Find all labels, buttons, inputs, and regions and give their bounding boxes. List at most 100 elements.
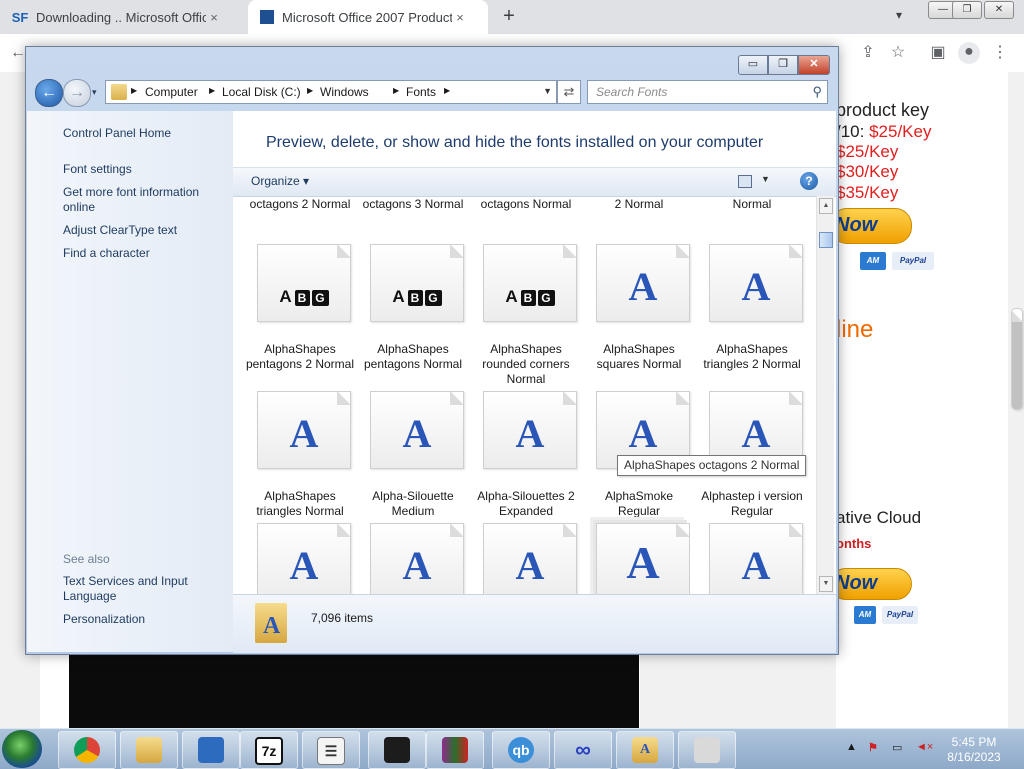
taskbar-program[interactable] [678,731,736,769]
price-line: $25/Key [836,142,899,161]
network-icon[interactable]: ▭ [892,741,902,754]
back-button[interactable]: ← [35,79,63,107]
control-panel-home-link[interactable]: Control Panel Home [63,126,223,141]
fonts-explorer-window: ▭ ❐ ✕ ← → ▾ ▶ Computer ▶ Local Disk (C:)… [25,46,839,655]
font-label: AlphaShapes triangles Normal [256,489,344,518]
text-services-link[interactable]: Text Services and Input Language [63,574,223,604]
adjust-cleartype-link[interactable]: Adjust ClearType text [63,223,223,238]
search-box[interactable]: Search Fonts ⚲ [587,80,828,104]
taskbar-qbittorrent[interactable]: qb [492,731,550,769]
price-line: $30/Key [836,162,899,181]
amex-icon: AM [854,606,876,624]
address-dropdown-icon[interactable]: ▼ [543,86,552,96]
font-glyph-a-icon: A [289,543,319,588]
winrar-icon [442,737,468,763]
recent-pages-chevron-icon[interactable]: ▾ [92,87,97,98]
notepad-icon: ☰ [317,737,345,765]
price-line: $35/Key [836,183,899,202]
font-glyph-a-icon: A [515,543,545,588]
buy-now-button[interactable]: Now [830,208,912,244]
taskbar-7zip[interactable]: 7z [240,731,298,769]
window-maximize-button[interactable]: ❐ [768,55,798,75]
restore-button[interactable]: ❐ [952,1,982,19]
organize-menu-button[interactable]: Organize ▾ [251,174,309,188]
taskbar: 7z ☰ qb ∞ A ▲ ⚑ ▭ ◄× 5:45 PM 8/16/2023 [0,728,1024,769]
personalization-link[interactable]: Personalization [63,612,223,627]
breadcrumb-windows[interactable]: Windows [320,85,369,99]
refresh-button[interactable]: ⇄ [557,80,581,104]
font-preview-thumbnail: A [596,244,690,322]
taskbar-remote-desktop[interactable] [182,731,240,769]
breadcrumb-arrow-icon[interactable]: ▶ [307,86,313,95]
breadcrumb-fonts[interactable]: Fonts [406,85,436,99]
volume-muted-icon[interactable]: ◄× [916,741,933,753]
change-view-icon[interactable] [738,175,752,188]
search-input[interactable]: Search Fonts [596,85,667,99]
taskbar-chrome[interactable] [58,731,116,769]
clock-time: 5:45 PM [951,735,997,749]
action-center-icon[interactable]: ⚑ [868,741,878,754]
taskbar-fonts-folder[interactable]: A [616,731,674,769]
fonts-folder-icon [111,84,127,100]
font-label: Alpha-Silouettes 2 Expanded [477,489,575,518]
taskbar-winrar[interactable] [426,731,484,769]
tab-search-chevron-icon[interactable]: ▾ [896,8,902,22]
share-icon[interactable]: ⇪ [858,43,878,63]
close-button[interactable]: ✕ [984,1,1014,19]
window-close-button[interactable]: ✕ [798,55,830,75]
font-label: AlphaSmoke Regular [604,489,674,518]
font-label: AlphaShapes pentagons 2 Normal [245,342,355,371]
browser-tab-downloading[interactable]: SF Downloading .. Microsoft Office 2 × [0,0,245,34]
find-a-character-link[interactable]: Find a character [63,246,223,261]
help-icon[interactable]: ? [800,172,818,190]
qbittorrent-icon: qb [508,737,534,763]
menu-kebab-icon[interactable]: ⋮ [990,43,1010,63]
taskbar-notepad[interactable]: ☰ [302,731,360,769]
new-tab-button[interactable]: + [498,6,520,28]
address-bar[interactable]: ▶ Computer ▶ Local Disk (C:) ▶ Windows ▶… [105,80,557,104]
chrome-icon [74,737,100,763]
bookmark-star-icon[interactable]: ☆ [888,43,908,63]
breadcrumb-computer[interactable]: Computer [145,85,198,99]
get-more-font-info-link[interactable]: Get more font information online [63,185,223,215]
breadcrumb-arrow-icon[interactable]: ▶ [209,86,215,95]
window-minimize-button[interactable]: ▭ [738,55,768,75]
page-scrollbar[interactable] [1008,72,1024,728]
start-button[interactable] [2,730,42,768]
buy-now-button-2[interactable]: Now [830,568,912,600]
breadcrumb-arrow-icon[interactable]: ▶ [131,86,137,95]
show-hidden-icons-icon[interactable]: ▲ [846,741,857,753]
scroll-thumb[interactable] [1011,308,1023,410]
tab-close-icon[interactable]: × [206,10,222,25]
breadcrumb-arrow-icon[interactable]: ▶ [444,86,450,95]
fonts-folder-icon: A [632,737,658,763]
tab-close-icon[interactable]: × [452,10,468,25]
details-pane: A 7,096 items [233,594,836,653]
browser-tab-product-key[interactable]: Microsoft Office 2007 Product Ke × [248,0,488,34]
side-panel-icon[interactable]: ▣ [928,43,948,63]
taskbar-explorer[interactable] [120,731,178,769]
taskbar-infinity[interactable]: ∞ [554,731,612,769]
font-preview-thumbnail: A [370,391,464,469]
video-player[interactable] [69,652,639,728]
creative-cloud-text: ative Cloud [836,508,922,527]
font-preview-thumbnail: ABG [257,244,351,322]
view-dropdown-icon[interactable]: ▼ [761,174,770,184]
font-settings-link[interactable]: Font settings [63,162,223,177]
forward-button[interactable]: → [63,79,91,107]
profile-avatar-icon[interactable]: ● [958,42,980,64]
fonts-scrollbar[interactable]: ▲ ▼ [816,196,834,594]
scroll-thumb[interactable] [819,232,833,248]
taskbar-video[interactable] [368,731,426,769]
price-value: $25/Key [869,122,932,141]
scroll-up-icon[interactable]: ▲ [819,198,833,214]
font-preview-thumbnail: ABG [370,244,464,322]
scroll-down-icon[interactable]: ▼ [819,576,833,592]
font-glyph-a-icon: A [628,411,658,456]
breadcrumb-arrow-icon[interactable]: ▶ [393,86,399,95]
clock[interactable]: 5:45 PM 8/16/2023 [940,735,1008,765]
search-icon[interactable]: ⚲ [812,84,822,100]
font-label: AlphaShapes ovals Normal [732,197,772,211]
breadcrumb-local-disk[interactable]: Local Disk (C:) [222,85,301,99]
price-prefix: /10: [836,122,870,141]
